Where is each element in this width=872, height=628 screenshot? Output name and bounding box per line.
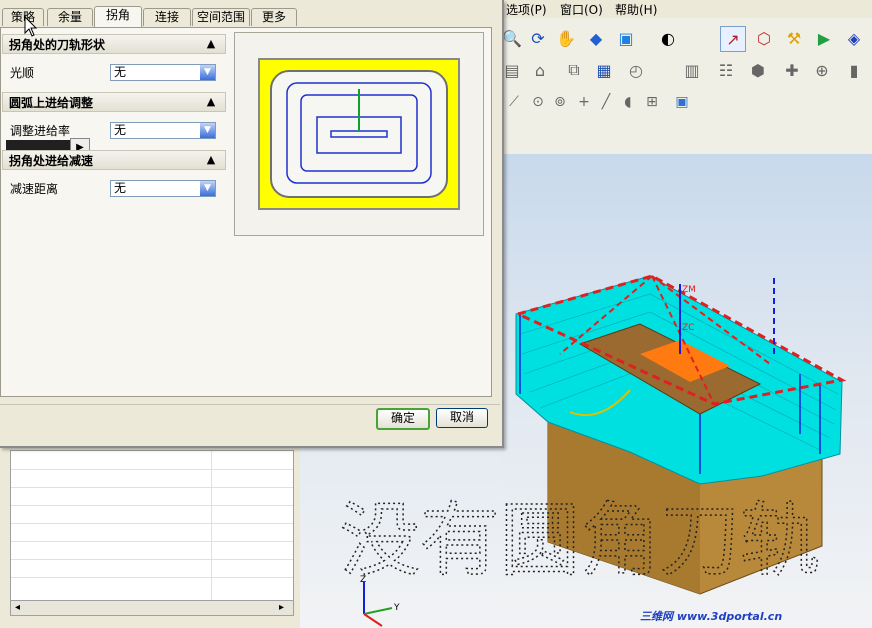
menu-bar: 选项(P) 窗口(O) 帮助(H)	[500, 0, 872, 19]
smoothing-select[interactable]: 无 ▼	[110, 64, 216, 81]
collapse-icon[interactable]: ▲	[203, 36, 219, 52]
angle-icon[interactable]: ⟋	[502, 90, 526, 114]
snap-icon[interactable]: ⊞	[640, 90, 664, 114]
rotate-icon[interactable]: ⟳	[526, 26, 550, 50]
tab-corners[interactable]: 拐角	[94, 6, 142, 27]
scroll-left-icon[interactable]: ◂	[15, 602, 20, 613]
list-icon[interactable]: ☷	[714, 58, 738, 82]
postprocess-icon[interactable]: ▥	[680, 58, 704, 82]
zc-label: ZC	[682, 323, 694, 333]
zm-label: ZM	[682, 285, 696, 295]
geometry-icon[interactable]: ⌂	[528, 58, 552, 82]
annotation-text: 没有圆角刀轨	[340, 494, 820, 587]
adjust-feed-value: 无	[114, 123, 127, 137]
render-style-icon[interactable]: ◐	[656, 26, 680, 50]
smoothing-label: 光顺	[10, 66, 35, 80]
corner-preview	[234, 32, 484, 236]
section-corner-slowdown[interactable]: 拐角处进给减速 ▲	[2, 150, 226, 170]
axis-triad: Z Y	[360, 575, 400, 627]
report-icon[interactable]: ▦	[592, 58, 616, 82]
axis-y-label: Y	[393, 603, 400, 613]
orient-icon[interactable]: ⬡	[752, 26, 776, 50]
navigator-grid[interactable]	[10, 450, 294, 602]
layer-icon[interactable]: ▮	[842, 58, 866, 82]
wcs-icon[interactable]: ↗	[720, 26, 746, 52]
axis-z-label: Z	[360, 575, 366, 585]
preview-graphic	[258, 58, 460, 210]
menu-window[interactable]: 窗口(O)	[560, 1, 603, 18]
slowdown-distance-select[interactable]: 无 ▼	[110, 180, 216, 197]
tab-containment[interactable]: 空间范围	[192, 8, 250, 26]
watermark: 三维网 www.3dportal.cn	[640, 610, 783, 623]
arc-icon[interactable]: ◖	[616, 90, 640, 114]
tab-more[interactable]: 更多	[251, 8, 297, 26]
cross-icon[interactable]: +	[572, 90, 596, 114]
section-title: 圆弧上进给调整	[9, 96, 94, 110]
cancel-button[interactable]: 取消	[436, 408, 488, 428]
slowdown-distance-value: 无	[114, 181, 127, 195]
chevron-down-icon[interactable]: ▼	[200, 123, 215, 138]
section-title: 拐角处的刀轨形状	[9, 38, 106, 52]
adjust-feed-label: 调整进给率	[10, 124, 71, 138]
search-icon[interactable]: ⊕	[810, 58, 834, 82]
scroll-right-icon[interactable]: ▸	[279, 602, 284, 613]
slowdown-distance-label: 减速距离	[10, 182, 59, 196]
navigator-hscrollbar[interactable]: ◂ ▸	[10, 600, 294, 616]
toolbar-area: 🔍 ⟳ ✋ ◆ ▣ ◐ ↗ ⬡ ⚒ ▶ ◈ ▤ ⌂ ⧉ ▦ ◴ ▥ ☷ ⬢ ✚ …	[500, 18, 872, 154]
smoothing-value: 无	[114, 65, 127, 79]
plus-icon[interactable]: ✚	[780, 58, 804, 82]
generate-icon[interactable]: ▶	[812, 26, 836, 50]
circle-icon[interactable]: ⊚	[548, 90, 572, 114]
section-arc-feed[interactable]: 圆弧上进给调整 ▲	[2, 92, 226, 112]
chevron-down-icon[interactable]: ▼	[200, 181, 215, 196]
mouse-cursor	[24, 16, 38, 37]
time-icon[interactable]: ◴	[624, 58, 648, 82]
menu-help[interactable]: 帮助(H)	[615, 1, 657, 18]
chevron-down-icon[interactable]: ▼	[200, 65, 215, 80]
menu-options[interactable]: 选项(P)	[506, 1, 547, 18]
section-title: 拐角处进给减速	[9, 154, 94, 168]
tab-connections[interactable]: 连接	[143, 8, 191, 26]
dialog-tabs: 策略 余量 拐角 连接 空间范围 更多	[0, 6, 300, 28]
ok-button[interactable]: 确定	[376, 408, 430, 430]
pan-icon[interactable]: ✋	[554, 26, 578, 50]
point-icon[interactable]: ⊙	[526, 90, 550, 114]
line-icon[interactable]: ╱	[594, 90, 618, 114]
tab-stock[interactable]: 余量	[47, 8, 93, 26]
handwritten-annotation: 没有圆角刀轨	[340, 493, 821, 588]
method-icon[interactable]: ⧉	[562, 58, 586, 82]
cube-view-icon[interactable]: ▣	[614, 26, 638, 50]
verify-icon[interactable]: ◈	[842, 26, 866, 50]
adjust-feed-select[interactable]: 无 ▼	[110, 122, 216, 139]
shaded-icon[interactable]: ◆	[584, 26, 608, 50]
shape-icon[interactable]: ⬢	[746, 58, 770, 82]
collapse-icon[interactable]: ▲	[203, 152, 219, 168]
tool-icon[interactable]: ⚒	[782, 26, 806, 50]
collapse-icon[interactable]: ▲	[203, 94, 219, 110]
box-icon[interactable]: ▣	[670, 90, 694, 114]
